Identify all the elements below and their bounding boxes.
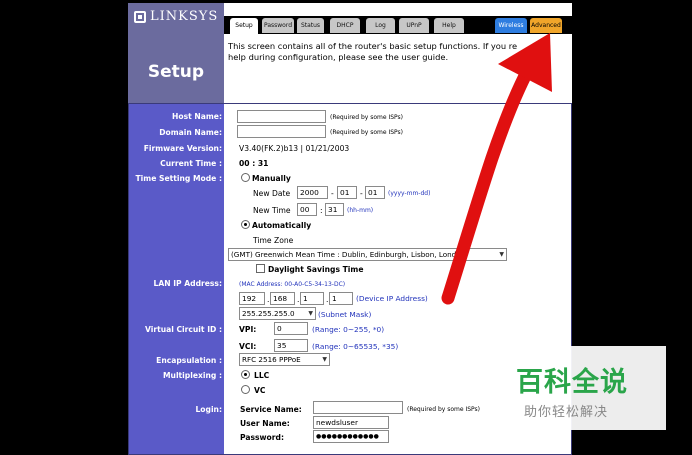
auto-time-label: Automatically — [252, 221, 312, 230]
dst-label: Daylight Savings Time — [268, 265, 364, 274]
lan-ip-label: LAN IP Address: — [153, 279, 222, 288]
tab-help[interactable]: Help — [434, 18, 464, 33]
subnet-mask-value: 255.255.255.0 — [242, 309, 295, 318]
linksys-logo: LINKSYS — [134, 9, 218, 24]
date-year-input[interactable]: 2000 — [297, 186, 328, 199]
page-title: Setup — [147, 62, 205, 82]
date-format-hint: (yyyy-mm-dd) — [388, 190, 431, 197]
llc-label: LLC — [254, 371, 270, 380]
time-minute-input[interactable]: 31 — [325, 203, 344, 216]
time-zone-select[interactable]: (GMT) Greenwich Mean Time : Dublin, Edin… — [228, 248, 507, 261]
service-name-note: (Required by some ISPs) — [407, 406, 481, 413]
service-name-input[interactable] — [313, 401, 403, 414]
tab-password[interactable]: Password — [262, 18, 294, 33]
watermark-box: 百科全说 助你轻松解决 — [500, 346, 666, 430]
password-input[interactable]: ●●●●●●●●●●●● — [313, 430, 389, 443]
multiplexing-label: Multiplexing : — [162, 371, 222, 380]
host-name-note: (Required by some ISPs) — [330, 114, 404, 121]
watermark-sub-text: 助你轻松解决 — [524, 405, 609, 420]
ip-octet-4-input[interactable]: 1 — [329, 292, 353, 305]
time-zone-label: Time Zone — [253, 236, 294, 245]
manual-time-radio[interactable] — [241, 173, 250, 182]
time-separator: : — [320, 206, 323, 215]
ip-hint: (Device IP Address) — [356, 294, 428, 303]
tab-setup[interactable]: Setup — [230, 18, 258, 34]
domain-name-label: Domain Name: — [159, 128, 222, 137]
virtual-circuit-label: Virtual Circuit ID : — [144, 325, 222, 334]
login-label: Login: — [195, 405, 222, 414]
screenshot-frame: LINKSYS Setup Setup Password Status DHCP… — [0, 0, 692, 455]
tab-wireless[interactable]: Wireless — [495, 18, 527, 33]
tab-log[interactable]: Log — [366, 18, 395, 33]
tab-status[interactable]: Status — [297, 18, 324, 33]
subnet-mask-hint: (Subnet Mask) — [318, 310, 372, 319]
encapsulation-label: Encapsulation : — [156, 356, 222, 365]
user-name-label: User Name: — [240, 419, 290, 428]
host-name-input[interactable] — [237, 110, 326, 123]
vc-label: VC — [254, 386, 266, 395]
vpi-hint: (Range: 0~255, *0) — [312, 325, 385, 334]
dst-checkbox[interactable] — [256, 264, 265, 273]
vc-radio[interactable] — [241, 385, 250, 394]
date-separator: - — [331, 189, 334, 198]
tab-advanced[interactable]: Advanced — [530, 18, 562, 33]
subnet-mask-select[interactable]: 255.255.255.0 ▼ — [239, 307, 316, 320]
encapsulation-value: RFC 2516 PPPoE — [242, 355, 301, 364]
firmware-version-value: V3.40(FK.2)b13 | 01/21/2003 — [239, 144, 350, 153]
tab-upnp[interactable]: UPnP — [399, 18, 429, 33]
vpi-label: VPI: — [239, 325, 257, 334]
firmware-version-label: Firmware Version: — [143, 144, 222, 153]
time-setting-mode-label: Time Setting Mode : — [135, 174, 223, 183]
vci-hint: (Range: 0~65535, *35) — [312, 342, 399, 351]
manual-time-label: Manually — [252, 174, 291, 183]
current-time-label: Current Time : — [160, 159, 222, 168]
vci-input[interactable]: 35 — [274, 339, 308, 352]
date-month-input[interactable]: 01 — [337, 186, 357, 199]
new-date-label: New Date — [253, 189, 291, 198]
ip-octet-2-input[interactable]: 168 — [270, 292, 295, 305]
tab-dhcp[interactable]: DHCP — [330, 18, 360, 33]
service-name-label: Service Name: — [240, 405, 302, 414]
llc-radio[interactable] — [241, 370, 250, 379]
mac-address: (MAC Address: 00-A0-C5-34-13-DC) — [239, 281, 346, 288]
date-day-input[interactable]: 01 — [365, 186, 385, 199]
date-separator: - — [360, 189, 363, 198]
chevron-down-icon: ▼ — [308, 310, 313, 317]
new-time-label: New Time — [253, 206, 291, 215]
auto-time-radio[interactable] — [241, 220, 250, 229]
chevron-down-icon: ▼ — [499, 251, 504, 258]
chevron-down-icon: ▼ — [322, 356, 327, 363]
encapsulation-select[interactable]: RFC 2516 PPPoE ▼ — [239, 353, 330, 366]
intro-text: This screen contains all of the router's… — [228, 41, 518, 62]
domain-name-input[interactable] — [237, 125, 326, 138]
time-zone-value: (GMT) Greenwich Mean Time : Dublin, Edin… — [231, 250, 466, 259]
time-hour-input[interactable]: 00 — [297, 203, 317, 216]
current-time-value: 00 : 31 — [239, 159, 269, 168]
vci-label: VCI: — [239, 342, 257, 351]
brand-name: LINKSYS — [150, 9, 219, 24]
time-format-hint: (hh-mm) — [347, 207, 374, 214]
ip-octet-1-input[interactable]: 192 — [239, 292, 265, 305]
vpi-input[interactable]: 0 — [274, 322, 308, 335]
user-name-input[interactable]: newdsluser — [313, 416, 389, 429]
ip-octet-3-input[interactable]: 1 — [300, 292, 324, 305]
host-name-label: Host Name: — [172, 112, 222, 121]
linksys-logo-icon — [134, 10, 146, 23]
domain-name-note: (Required by some ISPs) — [330, 129, 404, 136]
watermark-main-text: 百科全说 — [516, 367, 628, 398]
password-label: Password: — [240, 433, 284, 442]
